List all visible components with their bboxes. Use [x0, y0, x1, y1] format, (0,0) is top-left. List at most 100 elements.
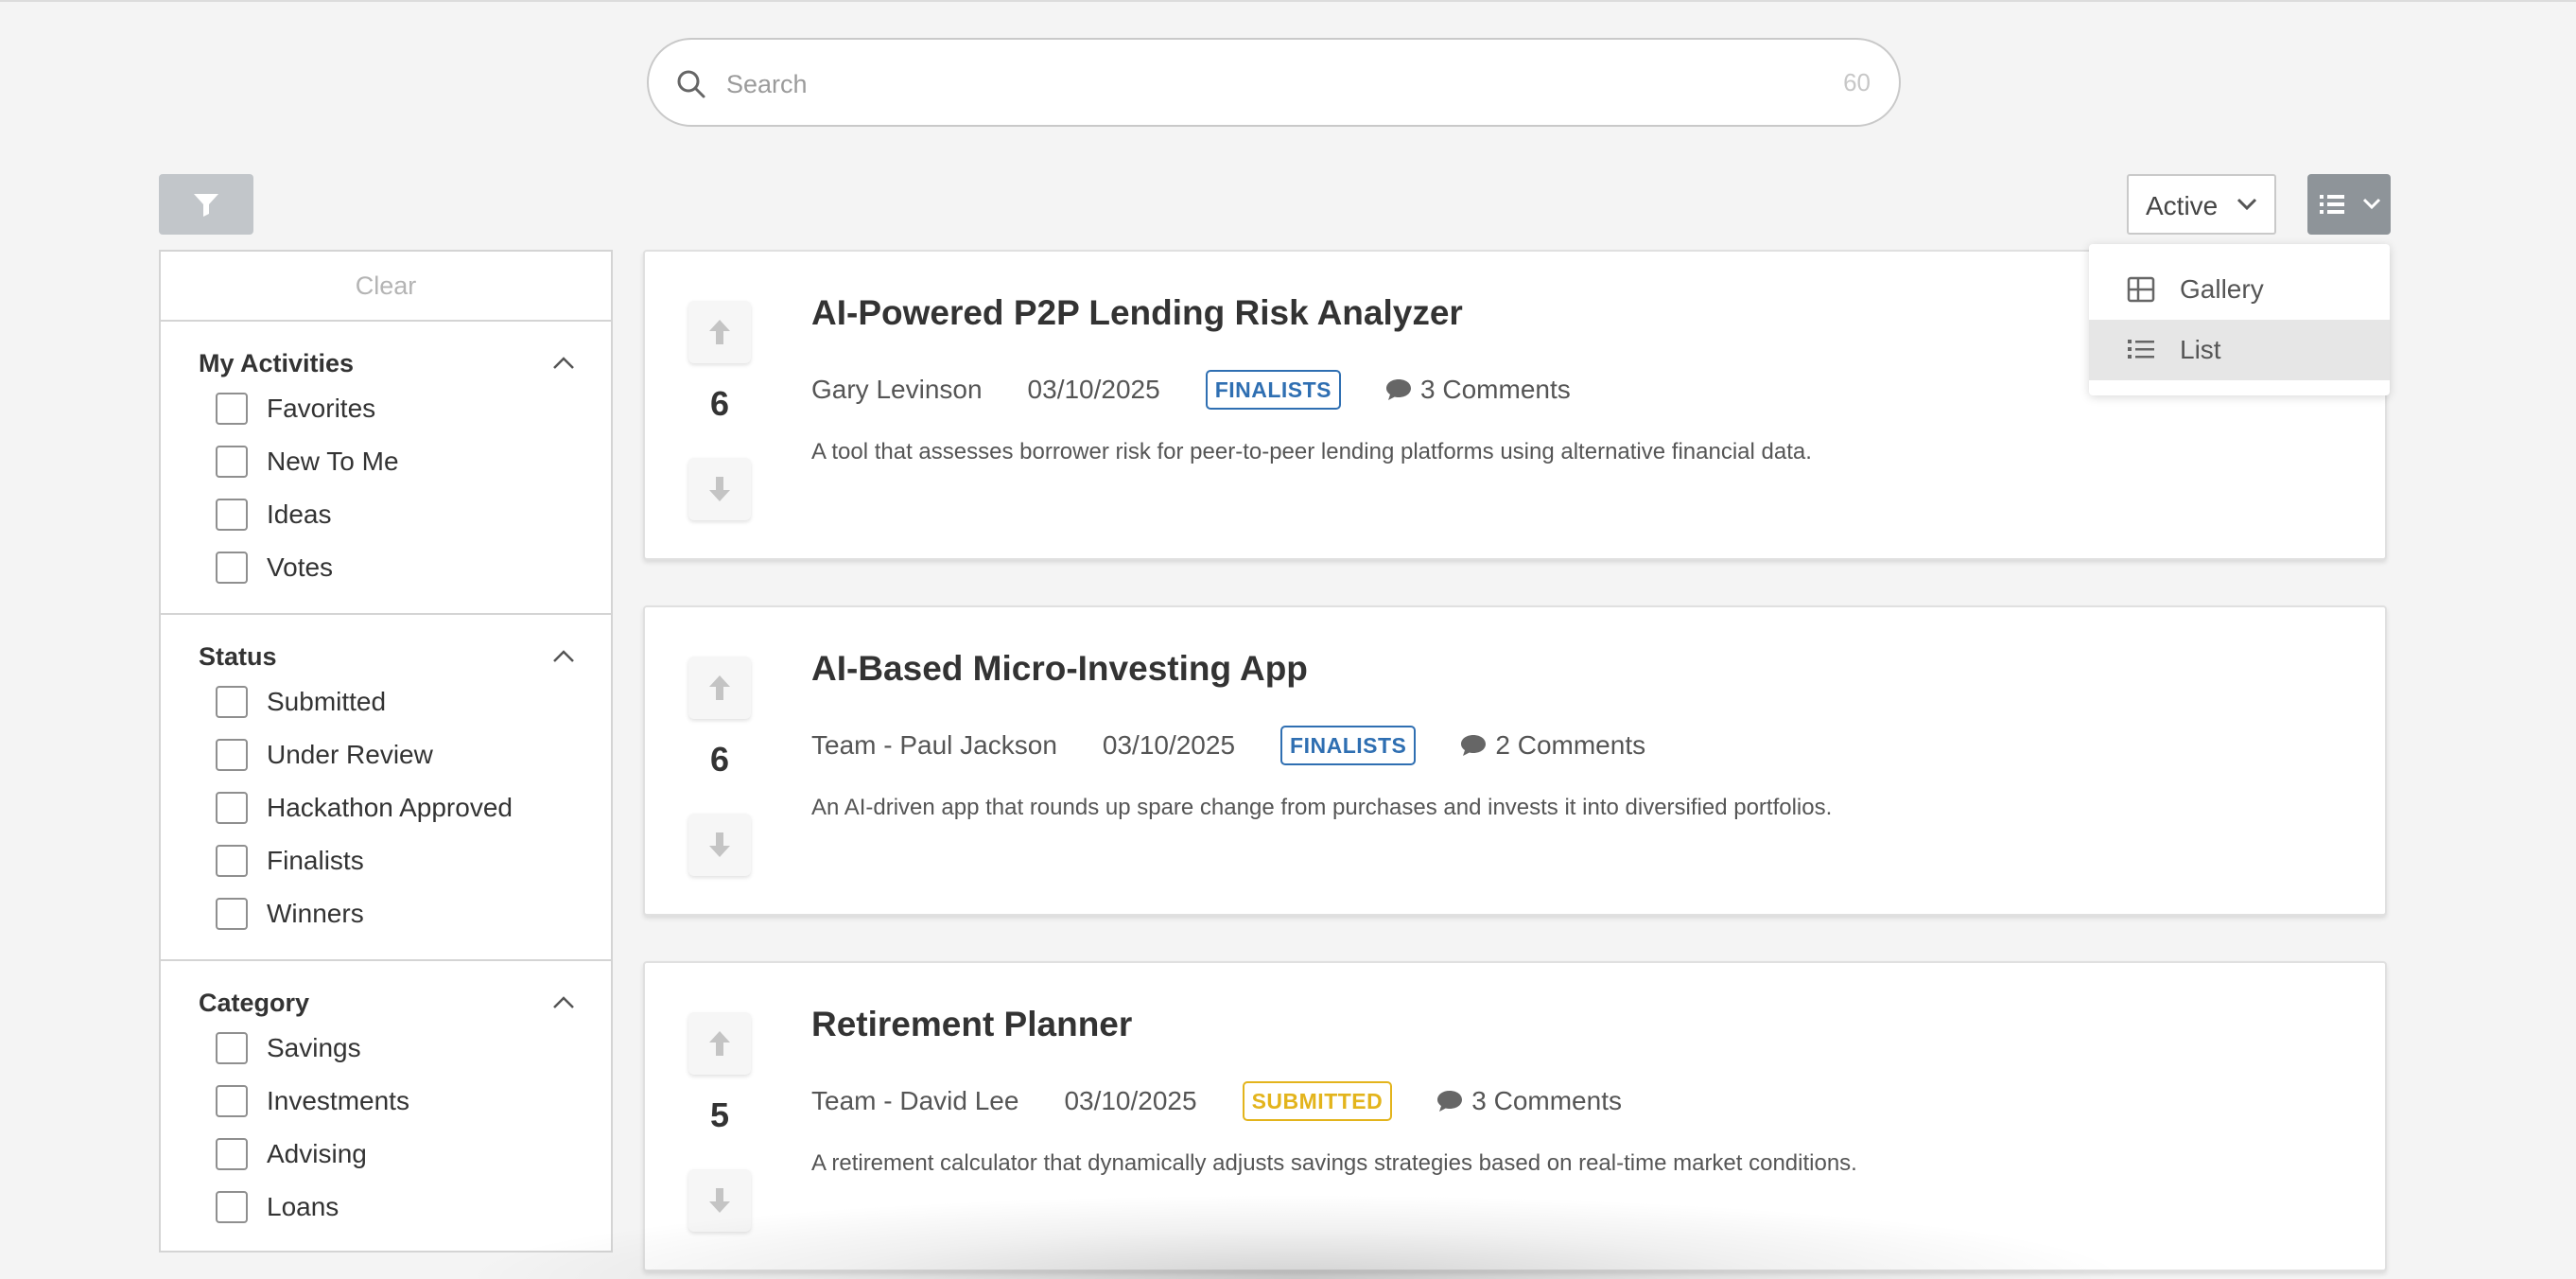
status-badge: FINALISTS: [1205, 370, 1342, 410]
checkbox[interactable]: [216, 446, 248, 478]
status-badge: FINALISTS: [1280, 726, 1417, 765]
checkbox[interactable]: [216, 1191, 248, 1223]
clear-filters-button[interactable]: Clear: [161, 252, 611, 322]
idea-author[interactable]: Team - Paul Jackson: [811, 730, 1057, 761]
arrow-up-icon: [709, 1031, 730, 1056]
idea-card[interactable]: 5 Retirement Planner Team - David Lee 03…: [643, 961, 2387, 1271]
idea-title[interactable]: Retirement Planner: [811, 1005, 1132, 1044]
sort-selected-value: Active: [2146, 191, 2219, 220]
filter-group-status: Status Submitted Under Review Hackathon …: [161, 615, 611, 961]
filter-option-hackathon-approved[interactable]: Hackathon Approved: [216, 781, 611, 834]
comments-count: 3 Comments: [1420, 375, 1571, 404]
comments-link[interactable]: 3 Comments: [1436, 1086, 1622, 1116]
checkbox[interactable]: [216, 686, 248, 718]
view-option-gallery[interactable]: Gallery: [2089, 259, 2390, 320]
downvote-button[interactable]: [688, 814, 751, 876]
checkbox[interactable]: [216, 1138, 248, 1170]
sort-select[interactable]: Active: [2127, 174, 2276, 235]
view-option-label: Gallery: [2180, 274, 2264, 304]
idea-author[interactable]: Team - David Lee: [811, 1086, 1018, 1116]
filter-option-submitted[interactable]: Submitted: [216, 675, 611, 728]
checkbox[interactable]: [216, 393, 248, 425]
checkbox[interactable]: [216, 499, 248, 531]
vote-count: 6: [709, 384, 730, 423]
idea-meta: Team - David Lee 03/10/2025 SUBMITTED 3 …: [811, 1080, 1622, 1122]
idea-meta: Gary Levinson 03/10/2025 FINALISTS 3 Com…: [811, 369, 1571, 411]
chevron-down-icon: [2362, 198, 2381, 210]
downvote-button[interactable]: [688, 458, 751, 520]
downvote-button[interactable]: [688, 1169, 751, 1232]
checkbox[interactable]: [216, 792, 248, 824]
filter-group-my-activities: My Activities Favorites New To Me Ideas …: [161, 322, 611, 615]
idea-card[interactable]: 6 AI-Based Micro-Investing App Team - Pa…: [643, 605, 2387, 916]
filter-option-new-to-me[interactable]: New To Me: [216, 435, 611, 488]
idea-title[interactable]: AI-Powered P2P Lending Risk Analyzer: [811, 293, 1463, 333]
checkbox[interactable]: [216, 1032, 248, 1064]
vote-count: 5: [709, 1095, 730, 1134]
chevron-up-icon[interactable]: [552, 995, 575, 1010]
upvote-button[interactable]: [688, 657, 751, 719]
filter-group-title[interactable]: Status: [199, 638, 611, 675]
filter-option-favorites[interactable]: Favorites: [216, 382, 611, 435]
idea-author[interactable]: Gary Levinson: [811, 375, 983, 405]
comment-icon: [1437, 1091, 1463, 1112]
checkbox[interactable]: [216, 845, 248, 877]
idea-meta: Team - Paul Jackson 03/10/2025 FINALISTS…: [811, 725, 1645, 766]
comment-icon: [1461, 735, 1487, 756]
comments-count: 3 Comments: [1471, 1086, 1622, 1115]
upvote-button[interactable]: [688, 301, 751, 363]
comments-count: 2 Comments: [1495, 730, 1646, 760]
arrow-up-icon: [709, 675, 730, 700]
filter-group-title[interactable]: Category: [199, 984, 611, 1022]
view-option-list[interactable]: List: [2089, 320, 2390, 380]
filter-option-ideas[interactable]: Ideas: [216, 488, 611, 541]
search-icon: [677, 70, 705, 98]
arrow-down-icon: [709, 832, 730, 857]
arrow-down-icon: [709, 477, 730, 501]
checkbox[interactable]: [216, 739, 248, 771]
chevron-up-icon[interactable]: [552, 649, 575, 664]
idea-description: An AI-driven app that rounds up spare ch…: [811, 795, 1833, 820]
idea-title[interactable]: AI-Based Micro-Investing App: [811, 649, 1308, 689]
filter-option-advising[interactable]: Advising: [216, 1128, 611, 1181]
list-icon: [2128, 340, 2154, 359]
comments-link[interactable]: 2 Comments: [1459, 730, 1645, 761]
view-menu: Gallery List: [2089, 244, 2390, 395]
status-badge: SUBMITTED: [1242, 1081, 1393, 1121]
arrow-up-icon: [709, 320, 730, 344]
filter-group-title[interactable]: My Activities: [199, 344, 611, 382]
arrow-down-icon: [709, 1188, 730, 1213]
grid-icon: [2127, 276, 2155, 303]
chevron-up-icon[interactable]: [552, 356, 575, 371]
checkbox[interactable]: [216, 1085, 248, 1117]
filter-option-loans[interactable]: Loans: [216, 1181, 611, 1234]
comment-icon: [1386, 379, 1412, 400]
idea-description: A tool that assesses borrower risk for p…: [811, 439, 1812, 464]
idea-date: 03/10/2025: [1027, 375, 1160, 404]
filter-option-finalists[interactable]: Finalists: [216, 834, 611, 887]
filter-panel: Clear My Activities Favorites New To Me …: [159, 250, 613, 1253]
results-count: 60: [1843, 68, 1871, 96]
filter-option-investments[interactable]: Investments: [216, 1075, 611, 1128]
filter-icon: [194, 194, 218, 217]
search-bar[interactable]: 60: [647, 38, 1901, 127]
filter-option-savings[interactable]: Savings: [216, 1022, 611, 1075]
filter-option-winners[interactable]: Winners: [216, 887, 611, 940]
list-icon: [2320, 195, 2344, 214]
vote-count: 6: [709, 740, 730, 779]
view-option-label: List: [2180, 335, 2221, 364]
idea-date: 03/10/2025: [1064, 1086, 1197, 1115]
comments-link[interactable]: 3 Comments: [1384, 375, 1571, 405]
checkbox[interactable]: [216, 898, 248, 930]
filter-toggle-button[interactable]: [159, 174, 253, 235]
checkbox[interactable]: [216, 552, 248, 584]
filter-option-under-review[interactable]: Under Review: [216, 728, 611, 781]
filter-option-votes[interactable]: Votes: [216, 541, 611, 594]
chevron-down-icon: [2237, 198, 2257, 211]
view-toggle-button[interactable]: [2307, 174, 2391, 235]
search-input[interactable]: [724, 61, 1768, 108]
idea-date: 03/10/2025: [1102, 730, 1236, 760]
top-divider: [0, 0, 2576, 2]
filter-group-category: Category Savings Investments Advising Lo…: [161, 961, 611, 1253]
upvote-button[interactable]: [688, 1012, 751, 1075]
